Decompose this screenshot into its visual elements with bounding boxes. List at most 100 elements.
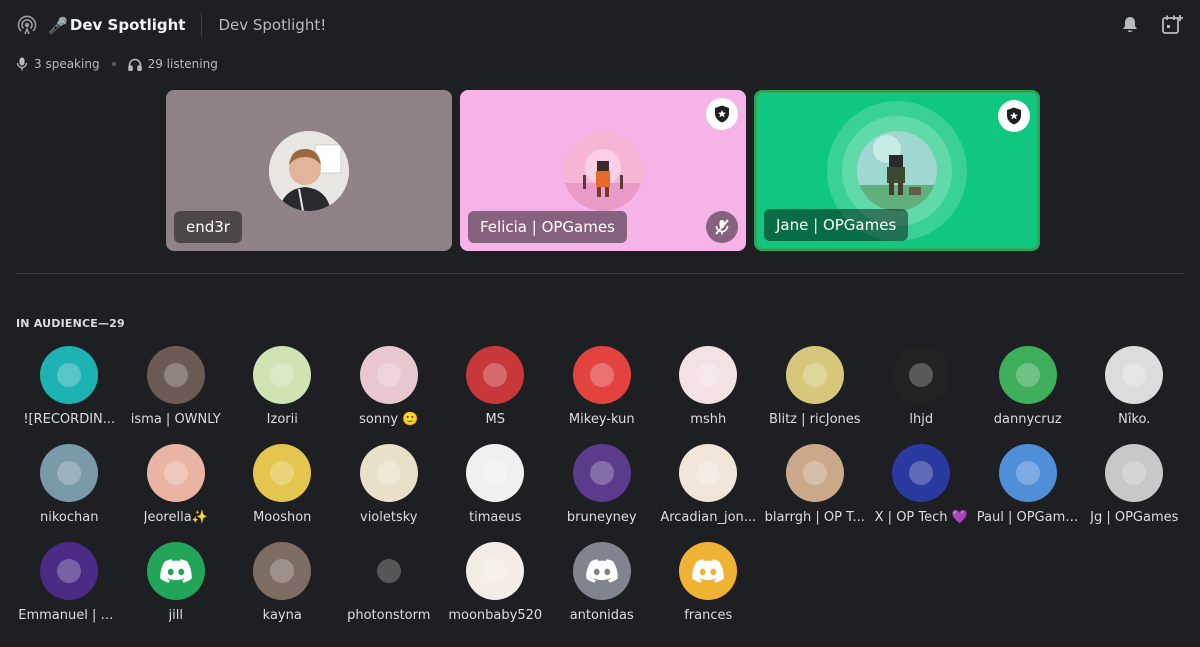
avatar xyxy=(466,346,525,404)
avatar-image-icon xyxy=(696,363,721,387)
audience-member-name: X | OP Tech 💜 xyxy=(874,510,968,525)
discord-logo-icon xyxy=(160,559,192,583)
avatar xyxy=(40,346,99,404)
avatar xyxy=(679,444,738,502)
audience-member[interactable]: jill xyxy=(123,542,230,626)
audience-member[interactable]: bruneyney xyxy=(549,444,656,528)
avatar xyxy=(40,542,99,600)
audience-member[interactable]: ![RECORDIN... xyxy=(16,346,123,430)
audience-member[interactable]: Emmanuel | O... xyxy=(16,542,123,626)
avatar xyxy=(892,346,951,404)
avatar-image-icon xyxy=(57,461,82,485)
speaker-tile[interactable]: end3r xyxy=(166,90,452,251)
avatar xyxy=(785,346,844,404)
avatar xyxy=(785,444,844,502)
header-divider xyxy=(201,13,203,37)
bell-icon[interactable] xyxy=(1118,13,1142,37)
audience-member[interactable]: Blitz | ricJones xyxy=(762,346,869,430)
audience-member[interactable]: Paul | OPGames xyxy=(975,444,1082,528)
avatar xyxy=(40,444,99,502)
audience-member[interactable]: frances xyxy=(655,542,762,626)
discord-logo-icon xyxy=(586,559,618,583)
audience-member[interactable]: X | OP Tech 💜 xyxy=(868,444,975,528)
avatar-image-icon xyxy=(483,363,508,387)
avatar-image-icon xyxy=(802,363,827,387)
avatar xyxy=(998,444,1057,502)
avatar xyxy=(269,130,349,211)
audience-member[interactable]: Mooshon xyxy=(229,444,336,528)
avatar xyxy=(253,542,312,600)
audience-member[interactable]: kayna xyxy=(229,542,336,626)
audience-member-name: frances xyxy=(684,608,733,623)
avatar xyxy=(359,542,418,600)
avatar-image-icon xyxy=(483,559,508,583)
audience-member-name: Emmanuel | O... xyxy=(18,608,121,623)
audience-member[interactable]: antonidas xyxy=(549,542,656,626)
avatar-image-icon xyxy=(1122,461,1147,485)
speaker-name: end3r xyxy=(174,211,242,243)
audience-member[interactable]: MS xyxy=(442,346,549,430)
channel-topic: Dev Spotlight! xyxy=(218,16,327,34)
audience-member[interactable]: mshh xyxy=(655,346,762,430)
headphones-icon xyxy=(127,58,142,71)
audience-member-name: Arcadian_jon... xyxy=(660,510,757,525)
audience-member-name: moonbaby520 xyxy=(448,608,543,623)
avatar xyxy=(1105,444,1164,502)
avatar-image-icon xyxy=(163,461,188,485)
avatar-image-icon xyxy=(589,363,614,387)
audience-member[interactable]: Arcadian_jon... xyxy=(655,444,762,528)
audience-member[interactable]: Jg | OPGames xyxy=(1081,444,1188,528)
moderator-shield-icon xyxy=(706,98,738,130)
avatar-image-icon xyxy=(57,363,82,387)
audience-member[interactable]: violetsky xyxy=(336,444,443,528)
avatar-image-icon xyxy=(376,363,401,387)
audience-member[interactable]: nikochan xyxy=(16,444,123,528)
audience-member[interactable]: Mikey-kun xyxy=(549,346,656,430)
audience-member[interactable]: blarrgh | OP T... xyxy=(762,444,869,528)
audience-member[interactable]: Izorii xyxy=(229,346,336,430)
speaker-tile[interactable]: Felicia | OPGames xyxy=(460,90,746,251)
audience-member-name: bruneyney xyxy=(566,510,637,525)
avatar-image-icon xyxy=(57,559,82,583)
speaker-tile-active[interactable]: Jane | OPGames xyxy=(754,90,1040,251)
audience-member[interactable]: Jeorella✨ xyxy=(123,444,230,528)
avatar xyxy=(146,542,205,600)
speaking-count: 3 speaking xyxy=(34,57,100,71)
moderator-shield-icon xyxy=(998,100,1030,132)
audience-member[interactable]: timaeus xyxy=(442,444,549,528)
avatar-image-icon xyxy=(1015,461,1040,485)
audience-member[interactable]: lhjd xyxy=(868,346,975,430)
calendar-add-icon[interactable] xyxy=(1160,13,1184,37)
audience-member-name: dannycruz xyxy=(993,412,1062,427)
speaker-tiles: end3r Felicia | OPGames Jane | OPGames xyxy=(166,90,1040,251)
avatar-image-icon xyxy=(909,363,934,387)
audience-member-name: MS xyxy=(485,412,505,427)
avatar xyxy=(146,444,205,502)
audience-member[interactable]: Nîko. xyxy=(1081,346,1188,430)
audience-member-name: timaeus xyxy=(469,510,522,525)
listening-count: 29 listening xyxy=(147,57,218,71)
audience-member-name: mshh xyxy=(690,412,727,427)
audience-member-name: kayna xyxy=(262,608,302,623)
avatar-image-icon xyxy=(483,461,508,485)
avatar xyxy=(359,444,418,502)
avatar xyxy=(563,130,643,211)
audience-member[interactable]: moonbaby520 xyxy=(442,542,549,626)
avatar xyxy=(892,444,951,502)
audience-member[interactable]: photonstorm xyxy=(336,542,443,626)
audience-member-name: Blitz | ricJones xyxy=(768,412,861,427)
audience-member-name: jill xyxy=(168,608,183,623)
avatar xyxy=(253,346,312,404)
avatar xyxy=(572,542,631,600)
avatar-image-icon xyxy=(270,461,295,485)
avatar xyxy=(572,346,631,404)
audience-member-name: isma | OWNLY xyxy=(130,412,221,427)
avatar xyxy=(998,346,1057,404)
avatar-image-icon xyxy=(163,363,188,387)
audience-member-name: Jg | OPGames xyxy=(1090,510,1179,525)
audience-member[interactable]: dannycruz xyxy=(975,346,1082,430)
avatar xyxy=(359,346,418,404)
avatar xyxy=(857,130,937,211)
audience-member[interactable]: sonny 🙂 xyxy=(336,346,443,430)
audience-member[interactable]: isma | OWNLY xyxy=(123,346,230,430)
